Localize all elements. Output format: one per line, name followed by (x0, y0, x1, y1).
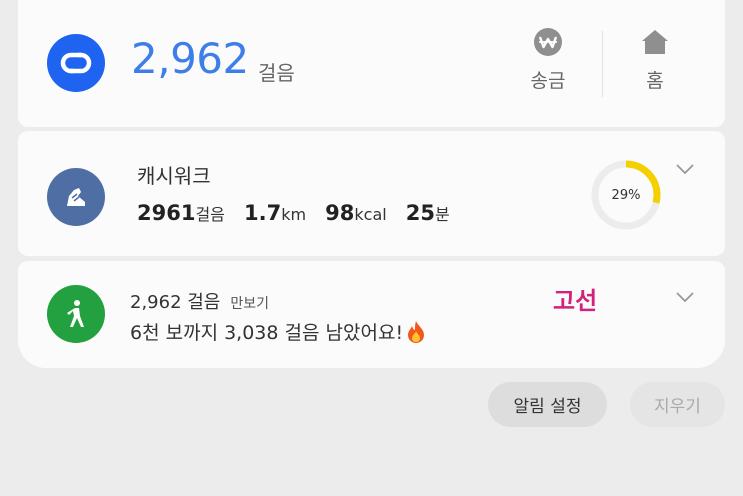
pedometer-message: 6천 보까지 3,038 걸음 남았어요! (130, 322, 404, 344)
notification-settings-button[interactable]: 알림 설정 (488, 382, 607, 427)
divider (602, 31, 603, 97)
stat-calories-unit: kcal (354, 205, 387, 224)
stat-steps-value: 2961 (137, 201, 196, 225)
send-money-button[interactable]: 송금 (518, 26, 578, 93)
shoe-icon (47, 168, 105, 226)
stat-calories-value: 98 (325, 201, 355, 225)
expand-chevron-icon[interactable] (675, 291, 695, 303)
fire-icon (408, 320, 425, 343)
send-money-label: 송금 (530, 70, 566, 92)
app-logo-icon[interactable] (47, 34, 105, 92)
pedometer-message-line: 6천 보까지 3,038 걸음 남았어요! (130, 318, 426, 345)
home-icon (625, 26, 685, 58)
cashwalk-card[interactable]: 캐시워크 2961걸음 1.7km 98kcal 25분 29% (18, 131, 725, 256)
total-steps-unit: 걸음 (258, 61, 295, 85)
stat-distance-value: 1.7 (244, 201, 282, 225)
handwritten-annotation: 고선 (553, 287, 598, 315)
stat-steps-unit: 걸음 (195, 205, 225, 224)
pedometer-card[interactable]: 2,962 걸음 만보기 6천 보까지 3,038 걸음 남았어요! 고선 (18, 261, 725, 368)
progress-percent: 29% (611, 187, 641, 203)
total-steps-value: 2,962 (131, 34, 249, 83)
won-coin-icon (518, 26, 578, 58)
stat-minutes-unit: 분 (435, 205, 450, 224)
cashwalk-title: 캐시워크 (137, 164, 211, 188)
expand-chevron-icon[interactable] (675, 163, 695, 175)
pedometer-steps-line: 2,962 걸음 만보기 (130, 288, 269, 314)
home-label: 홈 (646, 70, 664, 92)
steps-header-card: 2,962 걸음 송금 홈 (18, 0, 725, 127)
pedometer-tag: 만보기 (230, 296, 270, 312)
stat-distance-unit: km (281, 205, 307, 224)
cashwalk-stats: 2961걸음 1.7km 98kcal 25분 (137, 201, 464, 225)
walking-person-icon (47, 285, 105, 343)
pedometer-steps: 2,962 걸음 (130, 292, 221, 313)
home-button[interactable]: 홈 (625, 26, 685, 93)
clear-button[interactable]: 지우기 (630, 382, 725, 427)
stat-minutes-value: 25 (405, 201, 436, 225)
